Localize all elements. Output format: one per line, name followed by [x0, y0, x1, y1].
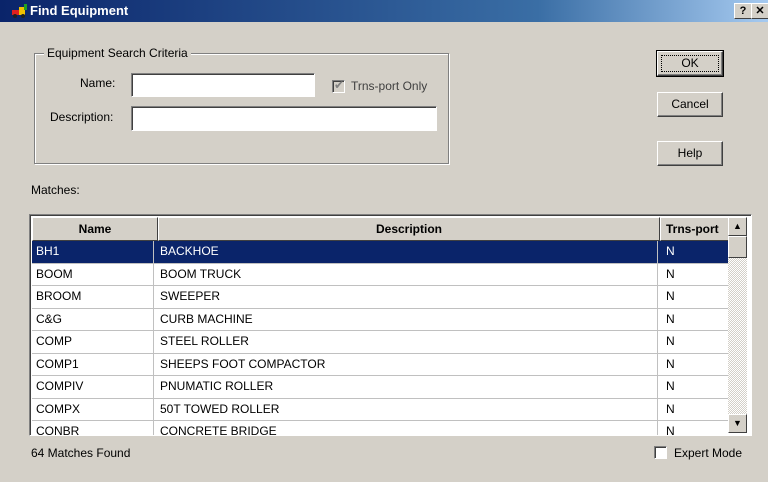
name-label: Name: — [80, 76, 116, 90]
cell-transport: N — [666, 244, 675, 258]
cell-description: STEEL ROLLER — [156, 331, 658, 353]
help-button[interactable]: Help — [657, 141, 723, 166]
name-field[interactable] — [131, 73, 315, 97]
cell-description: BACKHOE — [156, 241, 658, 263]
arrow-down-icon: ▼ — [733, 418, 742, 428]
description-field[interactable] — [131, 106, 437, 131]
help-button-label: Help — [677, 146, 703, 160]
close-icon: ✕ — [755, 5, 765, 17]
window-title: Find Equipment — [30, 3, 129, 18]
cell-transport: N — [666, 266, 675, 281]
matches-label: Matches: — [31, 183, 80, 197]
matches-found-status: 64 Matches Found — [31, 446, 131, 460]
column-header-description[interactable]: Description — [158, 217, 660, 241]
cell-description: CONCRETE BRIDGE — [156, 421, 658, 435]
expert-mode-label: Expert Mode — [674, 446, 743, 460]
cell-description: PNUMATIC ROLLER — [156, 376, 658, 398]
cell-transport: N — [666, 424, 675, 436]
cell-name: COMPX — [32, 398, 154, 420]
table-row[interactable]: CONBR CONCRETE BRIDGE N — [32, 421, 728, 435]
cell-description: 50T TOWED ROLLER — [156, 398, 658, 420]
cell-transport: N — [666, 379, 675, 393]
close-button[interactable]: ✕ — [751, 3, 768, 19]
cell-description: CURB MACHINE — [156, 308, 658, 330]
column-header-transport[interactable]: Trns-port — [660, 217, 730, 241]
cancel-button-label: Cancel — [671, 97, 709, 111]
table-row[interactable]: COMP1 SHEEPS FOOT COMPACTOR N — [32, 353, 728, 376]
cell-description: BOOM TRUCK — [156, 263, 658, 285]
scroll-down-button[interactable]: ▼ — [728, 414, 747, 433]
cell-name: COMP — [32, 331, 154, 353]
description-label: Description: — [50, 110, 114, 124]
scroll-up-button[interactable]: ▲ — [728, 217, 747, 236]
ok-button[interactable]: OK — [656, 50, 724, 77]
scroll-thumb[interactable] — [728, 236, 747, 258]
description-input[interactable] — [132, 107, 436, 130]
name-input[interactable] — [132, 74, 314, 96]
title-bar[interactable]: Find Equipment ? ✕ — [0, 0, 768, 22]
cell-name: COMPIV — [32, 376, 154, 398]
table-row[interactable]: BROOM SWEEPER N — [32, 286, 728, 309]
matches-list[interactable]: Name Description Trns-port BH1 BACKHOE N… — [29, 214, 752, 436]
equipment-app-icon — [12, 4, 27, 18]
column-header-name[interactable]: Name — [32, 217, 158, 241]
expert-mode-checkbox[interactable] — [654, 446, 667, 459]
search-criteria-label: Equipment Search Criteria — [44, 46, 191, 60]
cancel-button[interactable]: Cancel — [657, 92, 723, 117]
table-row[interactable]: COMP STEEL ROLLER N — [32, 331, 728, 354]
cell-transport: N — [666, 311, 675, 326]
cell-transport: N — [666, 334, 675, 348]
table-row[interactable]: C&G CURB MACHINE N — [32, 308, 728, 331]
table-row[interactable]: COMPX 50T TOWED ROLLER N — [32, 398, 728, 421]
transport-only-label: Trns-port Only — [351, 79, 428, 93]
cell-transport: N — [666, 401, 675, 416]
cell-transport: N — [666, 356, 675, 371]
focus-rect — [661, 55, 719, 72]
cell-transport: N — [666, 289, 675, 303]
question-icon: ? — [739, 5, 747, 17]
transport-only-checkbox[interactable]: ✔ — [332, 78, 345, 93]
cell-name: BH1 — [32, 241, 154, 263]
arrow-up-icon: ▲ — [733, 221, 742, 231]
cell-name: CONBR — [32, 421, 154, 435]
cell-name: C&G — [32, 308, 154, 330]
cell-name: BROOM — [32, 286, 154, 308]
find-equipment-dialog: Find Equipment ? ✕ Equipment Search Crit… — [0, 0, 768, 482]
help-question-button[interactable]: ? — [734, 3, 752, 19]
cell-description: SWEEPER — [156, 286, 658, 308]
cell-description: SHEEPS FOOT COMPACTOR — [156, 353, 658, 375]
table-row[interactable]: BOOM BOOM TRUCK N — [32, 263, 728, 286]
cell-name: COMP1 — [32, 353, 154, 375]
list-header: Name Description Trns-port — [32, 217, 730, 241]
table-row[interactable]: COMPIV PNUMATIC ROLLER N — [32, 376, 728, 399]
vertical-scrollbar[interactable]: ▲ ▼ — [728, 217, 747, 433]
list-rows: BH1 BACKHOE N BOOM BOOM TRUCK N BROOM SW… — [32, 241, 728, 435]
table-row[interactable]: BH1 BACKHOE N — [32, 241, 728, 264]
cell-name: BOOM — [32, 263, 154, 285]
checkmark-icon: ✔ — [334, 78, 345, 92]
